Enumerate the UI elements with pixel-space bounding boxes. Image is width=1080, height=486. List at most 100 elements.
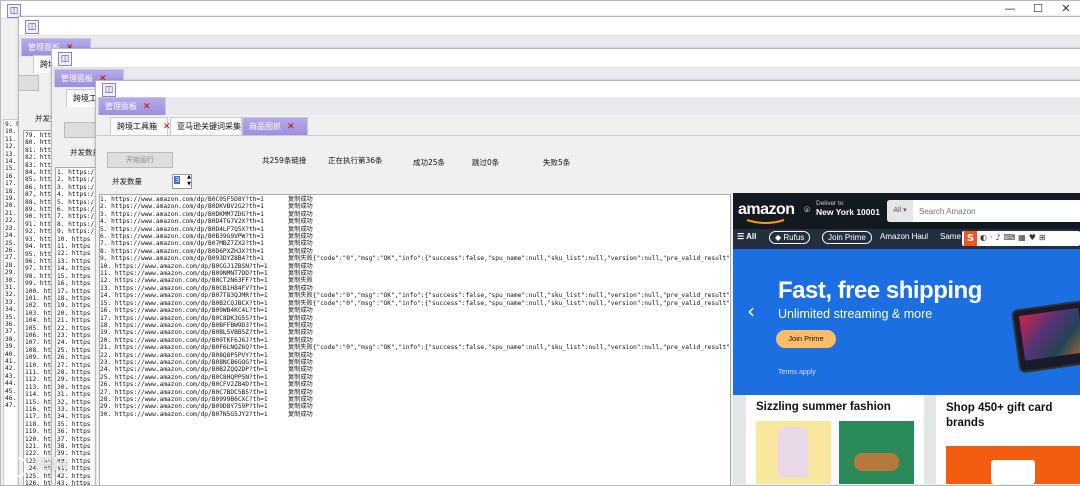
url-row: 16. https://www.amazon.com/dp/B09WB4KC4L…: [100, 307, 268, 315]
log-line: 10. https: [57, 235, 91, 243]
status-row: 复制成功: [288, 373, 313, 381]
url-row: 20. https://www.amazon.com/dp/B09TKF6J6J…: [100, 336, 268, 344]
log-line: 21. https: [57, 317, 91, 325]
nav-amazon-haul[interactable]: Amazon Haul: [880, 232, 928, 241]
stat-failed-count: 失败5条: [543, 158, 571, 167]
concurrency-stepper[interactable]: 3 ▲ ▼: [172, 174, 192, 189]
nav-same-day[interactable]: Same: [940, 232, 961, 241]
apple-gift-card: [991, 460, 1035, 484]
log-line: 22. https: [57, 324, 91, 332]
nav-same-label: Same: [940, 232, 961, 241]
status-row: 复制失败{"code":"0","msg":"OK","info":{"succ…: [288, 344, 731, 352]
url-row: 24. https://www.amazon.com/dp/B0B2ZQQ2DP…: [100, 366, 268, 374]
url-log-panel[interactable]: 1. https://www.amazon.com/dp/B0C05F5D8Y?…: [99, 194, 731, 485]
search-input[interactable]: [917, 203, 1071, 219]
url-row: 23. https://www.amazon.com/dp/B08NCB6GQG…: [100, 358, 268, 366]
tab-strip-tools: 跨境工具箱✕ 亚马逊关键词采集✕ 商品图抓 ✕: [96, 116, 1080, 136]
log-line: 43. https: [57, 480, 91, 486]
nav-haul-label: Amazon Haul: [880, 232, 929, 241]
url-list: 1. https://www.amazon.com/dp/B0C05F5D8Y?…: [100, 196, 268, 418]
url-row: 25. https://www.amazon.com/dp/B0C8HQPP5N…: [100, 373, 268, 381]
ime-tool-icons: ◐·♪⌨▦♥⊞: [980, 233, 1049, 242]
amazon-smile-icon: [746, 219, 785, 224]
tab-product-images[interactable]: 商品图抓 ✕: [242, 117, 308, 135]
hero-terms[interactable]: Terms apply: [778, 369, 816, 376]
nav-join-prime[interactable]: Join Prime: [822, 231, 872, 244]
log-line: 7. https://w: [57, 213, 101, 221]
url-row: 13. https://www.amazon.com/dp/B0CB1H84FV…: [100, 284, 268, 292]
window-titlebar: ◫: [52, 49, 1080, 68]
stepper-up-icon[interactable]: ▲: [187, 174, 191, 180]
url-row: 19. https://www.amazon.com/dp/B0BL5VBB5Z…: [100, 329, 268, 337]
deliver-to[interactable]: Deliver to New York 10001: [816, 200, 880, 217]
log-line: 2. https://w: [57, 176, 101, 184]
tab-label: 管理面板: [105, 102, 137, 111]
log-line: 15. https: [57, 272, 91, 280]
url-row: 26. https://www.amazon.com/dp/B0CFV2ZB4D…: [100, 381, 268, 389]
status-row: 复制成功: [288, 395, 313, 403]
tab-amazon-keywords[interactable]: 亚马逊关键词采集✕: [170, 117, 255, 135]
shoes-product-image: [839, 421, 914, 484]
log-line: 36. https: [57, 428, 91, 436]
status-row: 复制成功: [288, 410, 313, 418]
close-tab-icon[interactable]: ✕: [143, 102, 151, 112]
log-line: 9. https://w: [57, 228, 101, 236]
tab-label: 商品图抓: [249, 122, 281, 131]
log-line: 16. https: [57, 280, 91, 288]
status-row: 复制失败{"code":"0","msg":"OK","info":{"succ…: [288, 255, 731, 263]
start-button-w2[interactable]: [19, 75, 39, 91]
stat-success-count: 成功25条: [413, 158, 446, 167]
start-run-button[interactable]: 开始运行: [107, 152, 173, 168]
card-summer-fashion[interactable]: Sizzling summer fashion: [746, 395, 924, 484]
status-row: 复制成功: [288, 225, 313, 233]
location-pin-icon: ⌾: [804, 205, 810, 216]
status-row: 复制成功: [288, 358, 313, 366]
log-line: 12. https: [57, 250, 91, 258]
status-row: 复制成功: [288, 262, 313, 270]
prime-hero-banner[interactable]: ‹ Fast, free shipping Unlimited streamin…: [733, 249, 1080, 395]
nav-all-label: All: [746, 232, 757, 241]
app-icon: ◫: [25, 20, 39, 34]
hero-subtitle: Unlimited streaming & more: [778, 307, 933, 321]
amazon-logo[interactable]: amazon: [738, 201, 795, 224]
close-tab-icon[interactable]: ✕: [287, 122, 295, 132]
amazon-logo-text: amazon: [738, 201, 795, 218]
log-line: 26. https: [57, 354, 91, 362]
hero-join-prime-button[interactable]: Join Prime: [776, 330, 836, 348]
card-gift-cards[interactable]: Shop 450+ gift card brands: [936, 395, 1080, 484]
search-category-select[interactable]: All ▾: [887, 200, 913, 222]
log-line: 20. https: [57, 309, 91, 317]
tab-cross-border-tools[interactable]: 跨境工具箱 ✕: [110, 117, 171, 135]
status-row: 复制成功: [288, 351, 313, 359]
status-row: 复制失败{"code":"0","msg":"OK","info":{"succ…: [288, 292, 731, 300]
url-row: 22. https://www.amazon.com/dp/B08Q8P5PVY…: [100, 351, 268, 359]
status-row: 复制成功: [288, 307, 313, 315]
stepper-down-icon[interactable]: ▼: [187, 181, 191, 187]
url-row: 7. https://www.amazon.com/dp/B07MBZ7ZX2?…: [100, 240, 264, 248]
nav-all[interactable]: ☰ All: [737, 232, 756, 241]
stat-running-index: 正在执行第36条: [328, 156, 383, 165]
start-run-label: 开始运行: [126, 156, 154, 164]
url-list-w3: 1. https://w 2. https://w 3. https://w 4. h…: [56, 168, 101, 486]
status-row: 复制成功: [288, 329, 313, 337]
search-category-label: All: [893, 207, 902, 214]
card-row: Sizzling summer fashion Shop 450+ gift c…: [733, 395, 1080, 484]
ime-toolbar[interactable]: S ◐·♪⌨▦♥⊞: [962, 231, 1080, 246]
log-line: 13. https: [57, 257, 91, 265]
url-row: 9. https://www.amazon.com/dp/B093DYZ8B4?…: [100, 255, 264, 263]
carousel-prev-icon[interactable]: ‹: [747, 299, 755, 323]
status-row: 复制成功: [288, 321, 313, 329]
log-line: 11. https: [57, 243, 91, 251]
tab-manage-panel[interactable]: 管理面板 ✕: [98, 97, 166, 115]
url-row: 3. https://www.amazon.com/dp/B0DKMM7ZDG?…: [100, 210, 264, 218]
nav-rufus[interactable]: ◆ Rufus: [769, 231, 811, 244]
status-row: 复制成功: [288, 381, 313, 389]
amazon-header: amazon ⌾ Deliver to New York 10001 All ▾: [733, 193, 1080, 229]
log-line: 35. https: [57, 420, 91, 428]
status-row: 复制成功: [288, 270, 313, 278]
app-icon: ◫: [58, 52, 72, 66]
log-line: 6. https://w: [57, 206, 101, 214]
url-row: 27. https://www.amazon.com/dp/B0C7BDC5B5…: [100, 388, 268, 396]
shoes-shape: [854, 453, 899, 471]
log-line: 25. https: [57, 346, 91, 354]
